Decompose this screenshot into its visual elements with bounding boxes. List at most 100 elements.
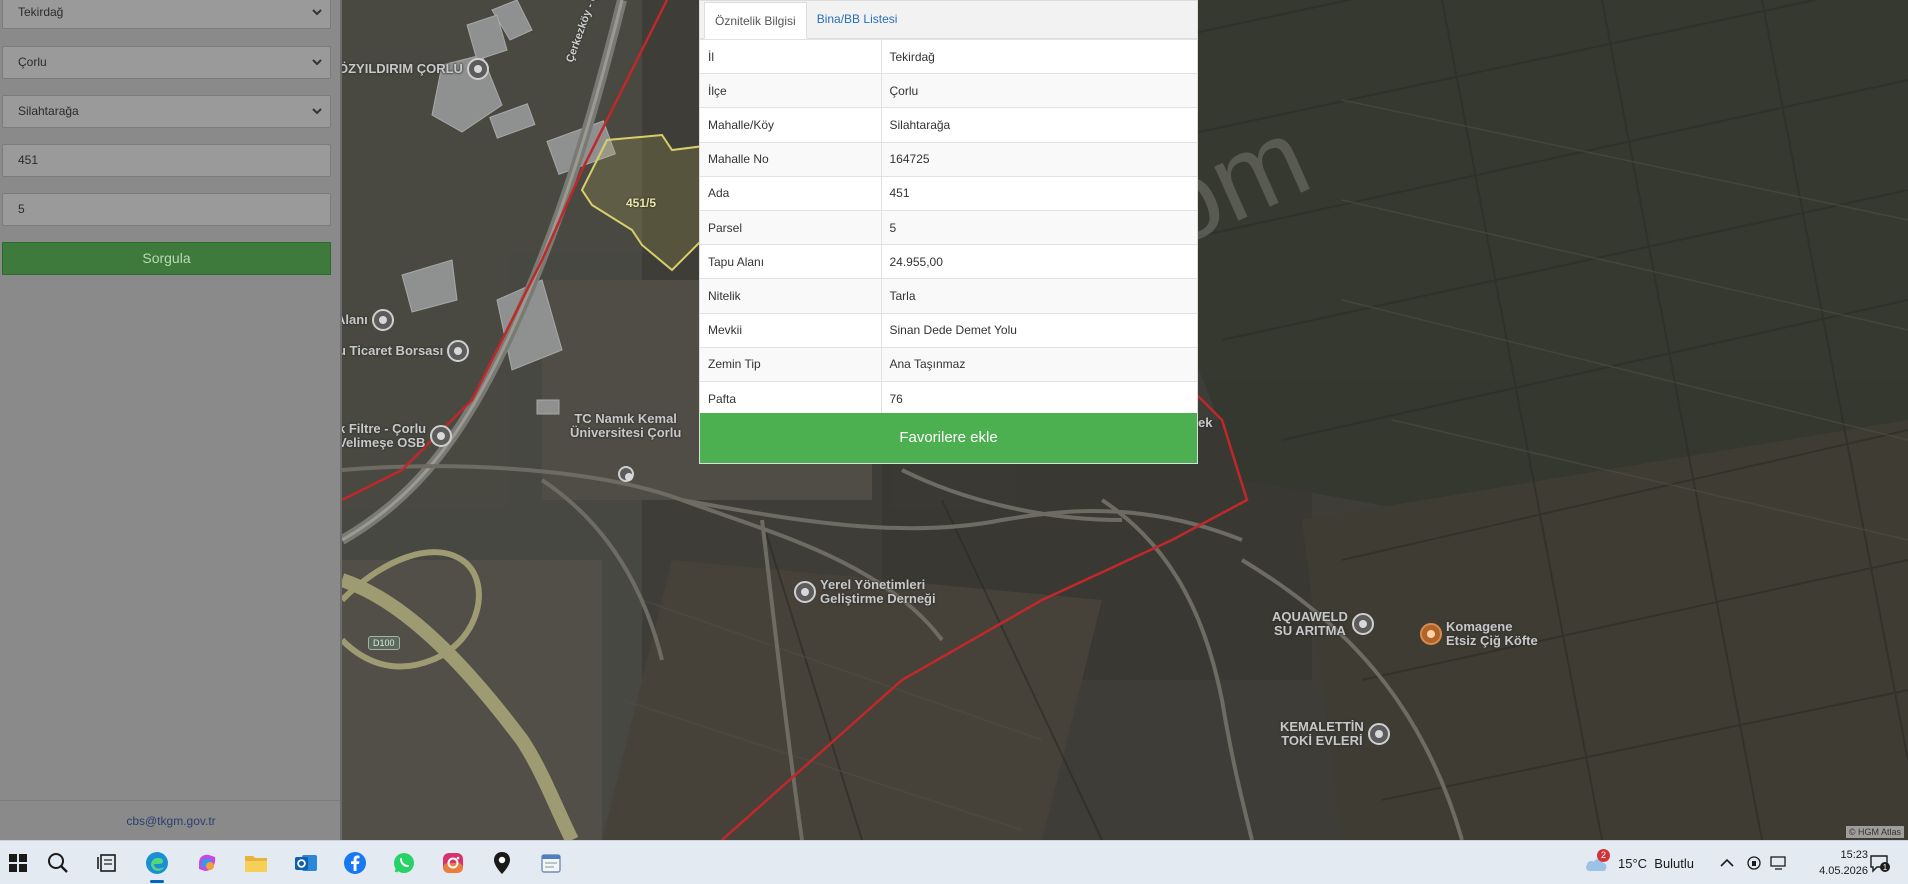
attribute-row: Tapu Alanı 24.955,00 bbox=[700, 244, 1197, 279]
district-select[interactable]: Çorlu bbox=[2, 46, 331, 79]
chevron-up-icon bbox=[1720, 858, 1734, 867]
attribute-row: Ada 451 bbox=[700, 175, 1197, 211]
attribute-row: Nitelik Tarla bbox=[700, 278, 1197, 313]
notepad-icon[interactable] bbox=[535, 847, 567, 879]
poi-label: u Ticaret Borsası bbox=[342, 343, 444, 358]
neighborhood-select[interactable]: Silahtarağa bbox=[2, 95, 331, 128]
tab-bar: Öznitelik Bilgisi Bina/BB Listesi bbox=[700, 1, 1197, 39]
attribute-key: Ada bbox=[700, 175, 882, 211]
search-icon[interactable] bbox=[42, 847, 74, 879]
query-panel: Tekirdağ Çorlu Silahtarağa 451 5 Sorgula… bbox=[0, 0, 342, 840]
outlook-icon[interactable] bbox=[290, 847, 322, 879]
clock[interactable]: 15:23 4.05.2026 bbox=[1819, 847, 1868, 879]
chevron-down-icon bbox=[312, 96, 324, 127]
poi-yerel-yonetimleri[interactable]: Yerel Yönetimleri Geliştirme Derneği bbox=[794, 578, 936, 606]
block-no-input[interactable]: 451 bbox=[2, 144, 331, 177]
province-select[interactable]: Tekirdağ bbox=[2, 0, 331, 29]
parcel-no-value: 5 bbox=[18, 202, 25, 216]
svg-text:1: 1 bbox=[1883, 863, 1888, 872]
poi-label: ÖZYILDIRIM ÇORLU bbox=[342, 61, 463, 76]
attribute-key: Nitelik bbox=[700, 278, 882, 313]
attribute-row: Mevkii Sinan Dede Demet Yolu bbox=[700, 312, 1197, 348]
poi-alani[interactable]: Alanı bbox=[342, 309, 394, 331]
neighborhood-value: Silahtarağa bbox=[18, 104, 79, 118]
poi-ozyildirim[interactable]: ÖZYILDIRIM ÇORLU bbox=[342, 58, 489, 80]
lock-icon bbox=[430, 425, 453, 447]
attribute-row: İl Tekirdağ bbox=[700, 38, 1197, 74]
weather-widget[interactable]: 2 15°C Bulutlu bbox=[1584, 841, 1694, 884]
poi-komagene[interactable]: Komagene Etsiz Çiğ Köfte bbox=[1420, 620, 1538, 648]
location-pin-icon bbox=[447, 340, 470, 362]
block-no-value: 451 bbox=[18, 153, 39, 167]
task-view-icon[interactable] bbox=[91, 847, 123, 879]
province-value: Tekirdağ bbox=[18, 5, 64, 19]
copilot-icon[interactable] bbox=[191, 847, 223, 879]
poi-label: TC Namık Kemal Üniversitesi Çorlu bbox=[570, 411, 682, 440]
poi-partial-label: ek bbox=[1198, 416, 1212, 430]
location-pin-icon bbox=[794, 581, 816, 603]
attribute-value: Ana Taşınmaz bbox=[881, 346, 1197, 382]
restaurant-icon bbox=[1420, 623, 1442, 645]
network-icon[interactable] bbox=[1770, 841, 1788, 884]
attribute-row: Mahalle/Köy Silahtarağa bbox=[700, 107, 1197, 143]
poi-ticaret-borsasi[interactable]: u Ticaret Borsası bbox=[342, 340, 470, 362]
file-explorer-icon[interactable] bbox=[240, 847, 272, 879]
cloud-icon: 2 bbox=[1584, 849, 1610, 873]
attribute-key: Tapu Alanı bbox=[700, 244, 882, 279]
clock-date: 4.05.2026 bbox=[1819, 865, 1868, 877]
attribute-value: Çorlu bbox=[881, 73, 1197, 108]
poi-aquaweld[interactable]: AQUAWELD SU ARITMA bbox=[1272, 610, 1374, 638]
taskbar: 2 15°C Bulutlu 15:23 4.05.2026 1 bbox=[0, 840, 1908, 884]
attribute-key: Parsel bbox=[700, 209, 882, 245]
poi-filtre-velimese[interactable]: k Filtre - Çorlu Velimeşe OSB bbox=[342, 422, 453, 450]
poi-label: Yerel Yönetimleri Geliştirme Derneği bbox=[820, 577, 936, 606]
attribute-value: 451 bbox=[881, 175, 1197, 211]
attribute-row: İlçe Çorlu bbox=[700, 73, 1197, 108]
query-button[interactable]: Sorgula bbox=[2, 242, 331, 275]
weather-text: 15°C Bulutlu bbox=[1618, 855, 1695, 871]
location-pin-icon bbox=[466, 58, 489, 80]
notifications-icon[interactable]: 1 bbox=[1868, 841, 1890, 884]
attribute-value: 24.955,00 bbox=[881, 244, 1197, 279]
poi-namik-kemal[interactable]: TC Namık Kemal Üniversitesi Çorlu bbox=[570, 412, 681, 482]
facebook-icon[interactable] bbox=[339, 847, 371, 879]
tab-attributes[interactable]: Öznitelik Bilgisi bbox=[704, 2, 807, 39]
location-pin-icon bbox=[1367, 723, 1390, 745]
instagram-icon[interactable] bbox=[437, 847, 469, 879]
museum-icon bbox=[371, 309, 394, 331]
attribute-value: Silahtarağa bbox=[881, 107, 1197, 143]
attribute-key: Zemin Tip bbox=[700, 346, 882, 382]
attribute-panel: Öznitelik Bilgisi Bina/BB Listesi İl Teki… bbox=[699, 0, 1198, 464]
footer-email-link[interactable]: cbs@tkgm.gov.tr bbox=[0, 800, 342, 840]
chevron-down-icon bbox=[312, 47, 324, 78]
road-shield: D100 bbox=[368, 636, 400, 650]
map-attribution[interactable]: © HGM Atlas bbox=[1845, 826, 1904, 838]
parcel-no-input[interactable]: 5 bbox=[2, 193, 331, 226]
attribute-key: Mevkii bbox=[700, 312, 882, 348]
poi-label: ek bbox=[1198, 415, 1213, 430]
weather-alert-badge: 2 bbox=[1597, 849, 1610, 862]
attribute-row: Pafta 76 bbox=[700, 380, 1197, 416]
clock-time: 15:23 bbox=[1840, 849, 1868, 861]
start-icon[interactable] bbox=[2, 847, 34, 879]
chevron-down-icon bbox=[312, 0, 324, 28]
attribute-table: İl Tekirdağ İlçe Çorlu Mahalle/Köy Silahtarağ… bbox=[700, 38, 1197, 416]
school-icon bbox=[617, 466, 634, 482]
poi-label: Komagene Etsiz Çiğ Köfte bbox=[1446, 619, 1538, 648]
poi-kemalettin-toki[interactable]: KEMALETTİN TOKİ EVLERİ bbox=[1280, 720, 1390, 748]
whatsapp-icon[interactable] bbox=[388, 847, 420, 879]
parcel-label[interactable]: 451/5 bbox=[626, 196, 656, 210]
attribute-value: 76 bbox=[881, 380, 1197, 416]
attribute-value: 164725 bbox=[881, 141, 1197, 177]
tab-building-list[interactable]: Bina/BB Listesi bbox=[807, 1, 908, 38]
attribute-key: Pafta bbox=[700, 380, 882, 416]
poi-label: AQUAWELD SU ARITMA bbox=[1272, 609, 1348, 638]
show-hidden-icons-button[interactable] bbox=[1720, 841, 1734, 884]
maps-icon[interactable] bbox=[486, 847, 518, 879]
attribute-row: Mahalle No 164725 bbox=[700, 141, 1197, 177]
attribute-key: Mahalle No bbox=[700, 141, 882, 177]
attribute-key: Mahalle/Köy bbox=[700, 107, 882, 143]
add-favorite-button[interactable]: Favorilere ekle bbox=[700, 413, 1197, 463]
language-icon[interactable] bbox=[1746, 841, 1762, 884]
edge-icon[interactable] bbox=[141, 847, 173, 883]
